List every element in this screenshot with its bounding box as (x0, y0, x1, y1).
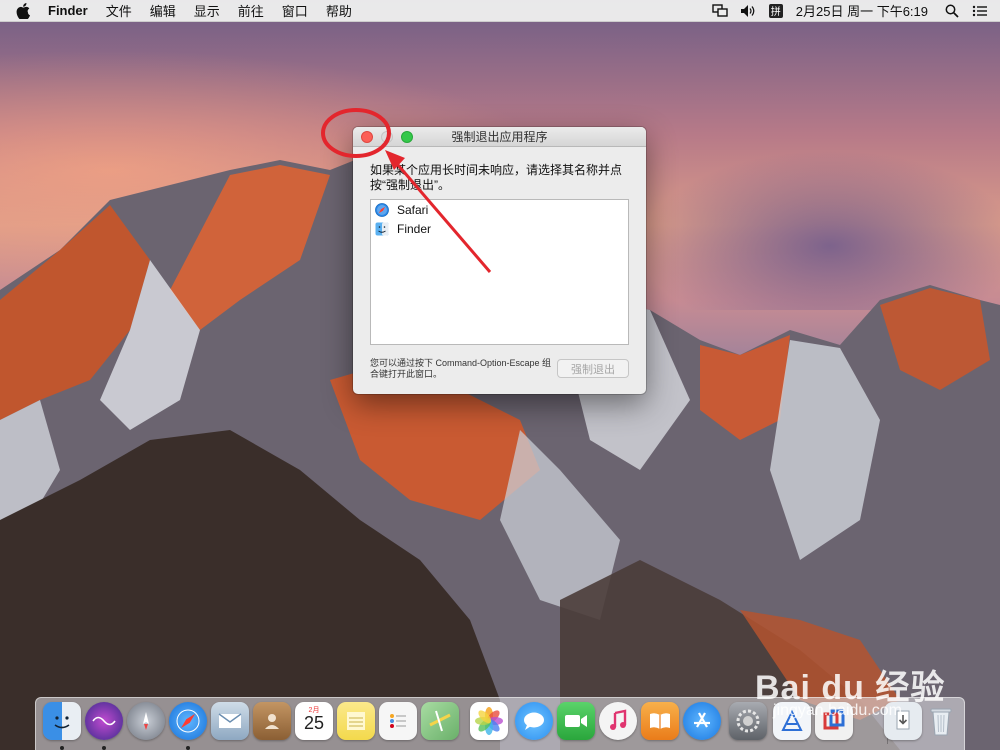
dock-safari-icon[interactable] (169, 702, 207, 740)
app-name: Finder (397, 221, 432, 236)
menu-bar: Finder 文件 编辑 显示 前往 窗口 帮助 拼 2月25日 周一 下午6:… (0, 0, 1000, 22)
running-indicator (102, 746, 106, 750)
finder-icon (375, 222, 389, 236)
app-list-item-safari[interactable]: Safari (371, 200, 628, 219)
dock-messages-icon[interactable] (515, 702, 553, 740)
dock-launchpad-icon[interactable] (127, 702, 165, 740)
calendar-day: 25 (303, 713, 325, 733)
dock-ibooks-icon[interactable] (641, 702, 679, 740)
menu-go[interactable]: 前往 (238, 1, 264, 20)
baidu-watermark: Bai du 经验 jingyan.baidu.com (755, 640, 995, 730)
window-title: 强制退出应用程序 (451, 130, 548, 144)
apple-icon[interactable] (16, 2, 32, 19)
zoom-button[interactable] (401, 131, 413, 143)
dock-finder-icon[interactable] (43, 702, 81, 740)
running-indicator (60, 746, 64, 750)
dock-siri-icon[interactable] (85, 702, 123, 740)
menu-file[interactable]: 文件 (106, 1, 132, 20)
force-quit-button[interactable]: 强制退出 (557, 359, 629, 378)
menu-help[interactable]: 帮助 (326, 1, 352, 20)
app-name: Safari (397, 202, 429, 217)
menu-edit[interactable]: 编辑 (150, 1, 176, 20)
dock-mail-icon[interactable] (211, 702, 249, 740)
app-list[interactable]: Safari Finder (370, 199, 629, 345)
display-mirror-icon[interactable] (712, 3, 728, 19)
spotlight-search-icon[interactable] (944, 3, 960, 19)
dock-maps-icon[interactable] (421, 702, 459, 740)
force-quit-window: 强制退出应用程序 如果某个应用长时间未响应，请选择其名称并点按“强制退出”。 S… (353, 127, 646, 394)
app-list-item-finder[interactable]: Finder (371, 219, 628, 238)
menu-view[interactable]: 显示 (194, 1, 220, 20)
dock-photos-icon[interactable] (470, 702, 508, 740)
window-titlebar[interactable]: 强制退出应用程序 (353, 127, 646, 147)
watermark-url: jingyan.baidu.com (773, 702, 902, 719)
dock-reminders-icon[interactable] (379, 702, 417, 740)
dock-contacts-icon[interactable] (253, 702, 291, 740)
shortcut-hint: 您可以通过按下 Command-Option-Escape 组合键打开此窗口。 (370, 358, 552, 379)
menu-clock[interactable]: 2月25日 周一 下午6:19 (796, 1, 928, 20)
close-button[interactable] (361, 131, 373, 143)
dock-notes-icon[interactable] (337, 702, 375, 740)
input-method-icon[interactable]: 拼 (768, 3, 784, 19)
dock-calendar-icon[interactable]: 2月 25 (295, 702, 333, 740)
menu-extras: 拼 2月25日 周一 下午6:19 (712, 0, 1000, 22)
dock-app-store-icon[interactable] (683, 702, 721, 740)
minimize-button (381, 131, 393, 143)
menu-window[interactable]: 窗口 (282, 1, 308, 20)
window-controls (361, 131, 413, 143)
safari-icon (375, 202, 389, 217)
menu-app-name[interactable]: Finder (48, 3, 88, 18)
force-quit-prompt: 如果某个应用长时间未响应，请选择其名称并点按“强制退出”。 (370, 163, 623, 192)
running-indicator (186, 746, 190, 750)
dock-facetime-icon[interactable] (557, 702, 595, 740)
input-method-label: 拼 (768, 3, 783, 18)
volume-icon[interactable] (740, 3, 756, 19)
dock-itunes-icon[interactable] (599, 702, 637, 740)
notification-center-icon[interactable] (972, 3, 988, 19)
